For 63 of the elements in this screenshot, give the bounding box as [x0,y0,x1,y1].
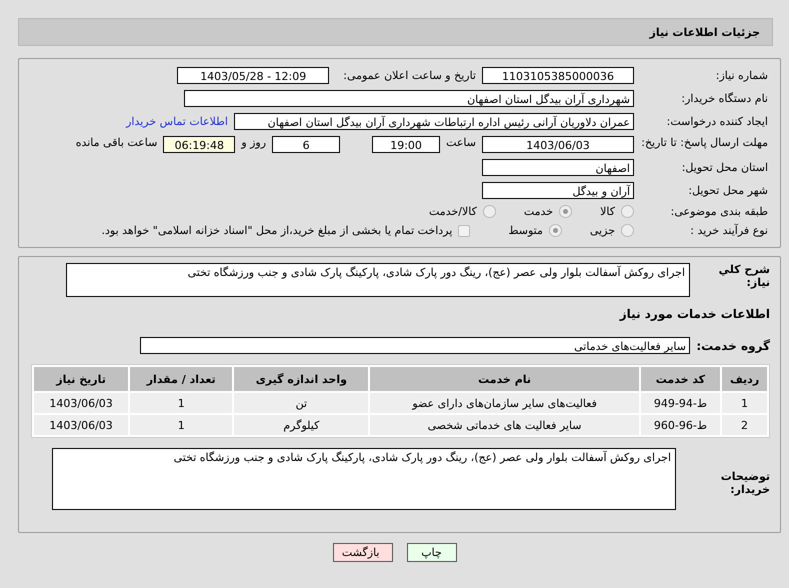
table-cell: 1403/06/03 [34,393,128,413]
input-field[interactable]: عمران دلاوریان آرانی رئیس اداره ارتباطات شهرداری آران بیدگل استان اصفهان [234,113,634,130]
field-label: ساعت [446,136,476,149]
page-title: جزئیات اطلاعات نیاز [650,26,760,38]
table-cell: 1 [722,393,767,413]
column-header: ردیف [722,367,767,391]
field-label: مهلت ارسال پاسخ: تا تاریخ: [640,136,768,149]
action-button[interactable]: بازگشت [332,543,392,562]
field-label: توضیحات خریدار: [720,470,770,496]
contact-link[interactable]: اطلاعات تماس خریدار [126,115,228,128]
field-label: شماره نیاز: [714,69,768,82]
input-field[interactable]: 6 [272,136,340,153]
checkbox-label: پرداخت تمام یا بخشی از مبلغ خرید،از محل "اسناد خزانه اسلامی" خواهد بود. [102,224,452,237]
field-label: روز و [241,136,266,149]
field-label: نام دستگاه خریدار: [680,92,768,105]
column-header: واحد اندازه گیری [234,367,368,391]
field-label: طبقه بندی موضوعی: [670,205,768,218]
table-cell: تن [234,393,368,413]
text-area[interactable]: اجرای روکش آسفالت بلوار ولی عصر (عج)، رینگ دور پارک شادی، پارکینگ پارک شادی و جنب ورزشگاه تختی [66,263,690,297]
field-label: ایجاد کننده درخواست: [666,115,768,128]
field-label: استان محل تحویل: [680,161,768,174]
table-cell: ط-94-949 [640,393,720,413]
input-field[interactable]: آران و بیدگل [482,182,634,199]
table-cell: سایر فعالیت های خدماتی شخصی [370,415,639,435]
input-field[interactable]: سایر فعالیت‌های خدماتی [140,337,690,354]
field-label: شرح کلي نياز: [718,263,770,289]
table-cell: 2 [722,415,767,435]
action-button[interactable]: چاپ [406,543,456,562]
column-header: نام خدمت [370,367,639,391]
radio-button[interactable] [548,224,562,237]
input-field[interactable]: 19:00 [372,136,440,153]
option-label: کالا [600,205,615,218]
column-header: تاریخ نیاز [34,367,128,391]
input-field[interactable]: شهرداری آران بیدگل استان اصفهان [184,90,634,107]
table-cell: 1 [130,415,232,435]
radio-button[interactable] [482,205,496,218]
table-cell: کیلوگرم [234,415,368,435]
input-field[interactable]: 1103105385000036 [482,67,634,84]
radio-button[interactable] [621,205,634,218]
table-cell: 1 [130,393,232,413]
option-label: خدمت [524,205,554,218]
field-label: گروه خدمت: [696,338,770,352]
section-title: اطلاعات خدمات مورد نیاز [620,307,770,321]
text-area[interactable]: اجرای روکش آسفالت بلوار ولی عصر (عج)، رینگ دور پارک شادی، پارکینگ پارک شادی و جنب ورزشگاه تختی [52,448,676,510]
option-label: جزیی [590,224,615,237]
column-header: تعداد / مقدار [130,367,232,391]
table-cell: ط-96-960 [640,415,720,435]
input-field[interactable]: 1403/05/28 - 12:09 [177,67,330,84]
column-header: کد خدمت [640,367,720,391]
countdown-field: 06:19:48 [163,136,236,153]
checkbox[interactable] [458,224,470,236]
field-label: شهر محل تحویل: [687,184,768,197]
option-label: متوسط [508,224,543,237]
table-cell: فعالیت‌های سایر سازمان‌های دارای عضو [370,393,639,413]
field-label: تاریخ و ساعت اعلان عمومی: [343,69,476,82]
radio-button[interactable] [621,224,634,237]
field-label: نوع فرآیند خرید : [689,224,768,237]
input-field[interactable]: اصفهان [482,159,634,176]
radio-button[interactable] [559,205,572,218]
table-cell: 1403/06/03 [34,415,128,435]
option-label: کالا/خدمت [429,205,477,218]
input-field[interactable]: 1403/06/03 [482,136,634,153]
field-label: ساعت باقی مانده [76,136,158,149]
